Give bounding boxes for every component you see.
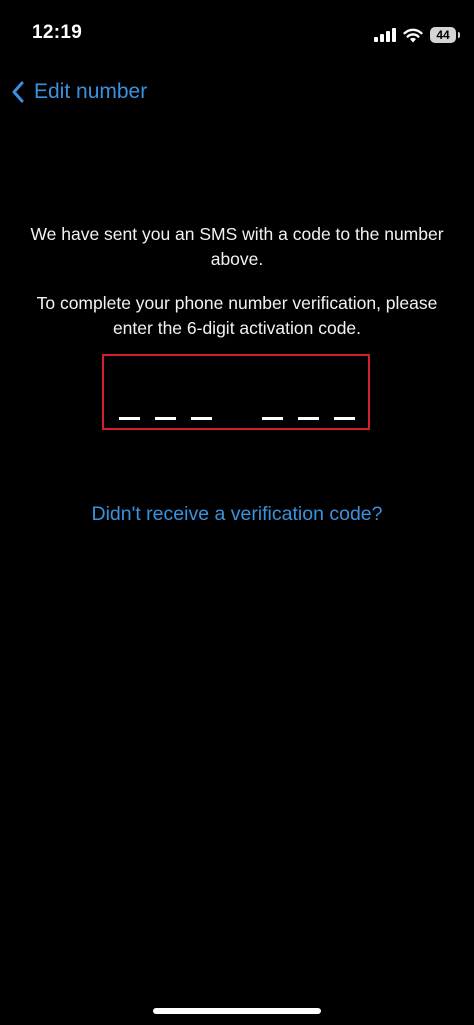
battery-level: 44 [436, 28, 450, 42]
code-digit-slot [262, 417, 283, 420]
code-digit-slot [298, 417, 319, 420]
back-button[interactable]: Edit number [10, 74, 147, 110]
back-button-label: Edit number [34, 80, 148, 103]
sms-sent-message: We have sent you an SMS with a code to t… [30, 224, 444, 269]
wifi-icon [403, 28, 423, 42]
code-digit-slot [119, 417, 140, 420]
battery-icon: 44 [430, 27, 460, 43]
status-time: 12:19 [32, 22, 83, 43]
status-icons: 44 [374, 24, 460, 46]
status-bar: 12:19 44 [0, 0, 474, 70]
code-digit-slot [155, 417, 176, 420]
code-digit-slot [334, 417, 355, 420]
signal-icon [374, 28, 396, 42]
resend-code-link[interactable]: Didn't receive a verification code? [0, 503, 474, 526]
home-indicator[interactable] [153, 1008, 321, 1014]
chevron-left-icon [12, 81, 24, 103]
verification-code-input[interactable] [102, 354, 370, 430]
verification-instruction: To complete your phone number verificati… [36, 293, 438, 338]
code-digit-slot [191, 417, 212, 420]
